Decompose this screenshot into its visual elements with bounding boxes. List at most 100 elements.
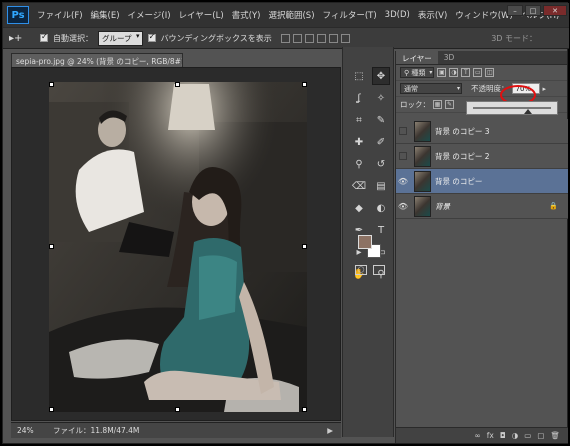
tab-3d[interactable]: 3D <box>438 51 461 64</box>
opacity-slider-track[interactable] <box>473 107 551 109</box>
layer-row[interactable]: 👁 背景 のコピー <box>396 169 568 194</box>
blend-opacity-row: 通常 不透明度： 70% ▸ <box>396 81 567 97</box>
visibility-toggle[interactable] <box>399 127 407 135</box>
new-layer-icon[interactable]: ▢ <box>537 431 544 440</box>
transform-handle[interactable] <box>302 407 307 412</box>
adjustment-icon[interactable]: ◑ <box>512 431 519 440</box>
crop-icon[interactable]: ⌗ <box>350 111 368 129</box>
type-icon[interactable]: T <box>372 221 390 239</box>
file-size-info: ファイル：11.8M/47.4M <box>53 426 140 435</box>
eye-icon[interactable]: 👁 <box>396 202 410 211</box>
transform-handle[interactable] <box>302 244 307 249</box>
eye-icon[interactable]: 👁 <box>396 177 410 186</box>
minimize-button[interactable]: – <box>507 5 523 16</box>
brush-icon[interactable]: ✐ <box>372 133 390 151</box>
status-menu-arrow-icon[interactable]: ▶ <box>327 426 333 435</box>
blend-mode-dropdown[interactable]: 通常 <box>400 83 462 94</box>
3d-mode-label: 3D モード： <box>491 33 537 43</box>
dodge-icon[interactable]: ◐ <box>372 199 390 217</box>
transform-handle[interactable] <box>49 244 54 249</box>
menu-type[interactable]: 書式(Y) <box>228 9 265 21</box>
align-left-icon[interactable] <box>316 33 326 43</box>
layer-row[interactable]: 👁 背景 🔒 <box>396 194 568 219</box>
clone-stamp-icon[interactable]: ⚲ <box>350 155 368 173</box>
filter-adjustment-icon[interactable]: ◑ <box>449 68 459 77</box>
zoom-level-field[interactable]: 24% <box>17 426 43 435</box>
opacity-slider-thumb[interactable] <box>523 109 532 114</box>
layer-thumbnail <box>414 120 431 142</box>
menu-file[interactable]: ファイル(F) <box>33 9 87 21</box>
align-top-icon[interactable] <box>280 33 290 43</box>
magic-wand-icon[interactable]: ✧ <box>372 89 390 107</box>
layer-thumbnail <box>414 145 431 167</box>
menu-bar: Ps ファイル(F) 編集(E) イメージ(I) レイヤー(L) 書式(Y) 選… <box>3 3 569 27</box>
transform-handle[interactable] <box>49 407 54 412</box>
layer-name[interactable]: 背景 のコピー 3 <box>435 126 490 137</box>
layer-name[interactable]: 背景 <box>435 201 450 212</box>
align-right-icon[interactable] <box>340 33 350 43</box>
align-buttons <box>280 33 350 43</box>
layer-row[interactable]: 背景 のコピー 3 <box>396 119 568 144</box>
history-brush-icon[interactable]: ↺ <box>372 155 390 173</box>
layer-row[interactable]: 背景 のコピー 2 <box>396 144 568 169</box>
visibility-toggle[interactable] <box>399 152 407 160</box>
filter-kind-dropdown[interactable]: ⚲ 種類 <box>400 67 435 78</box>
layer-thumbnail <box>414 195 431 217</box>
layer-name[interactable]: 背景 のコピー <box>435 176 482 187</box>
blur-icon[interactable]: ◆ <box>350 199 368 217</box>
close-button[interactable]: ✕ <box>543 5 567 16</box>
filter-shape-icon[interactable]: ▭ <box>473 68 483 77</box>
transform-handle[interactable] <box>175 407 180 412</box>
panel-tabs: レイヤー 3D <box>396 51 567 65</box>
layer-name[interactable]: 背景 のコピー 2 <box>435 151 490 162</box>
menu-image[interactable]: イメージ(I) <box>124 9 175 21</box>
canvas-area[interactable] <box>11 67 341 421</box>
align-center-icon[interactable] <box>328 33 338 43</box>
menu-view[interactable]: 表示(V) <box>414 9 451 21</box>
eyedropper-icon[interactable]: ✎ <box>372 111 390 129</box>
filter-pixel-icon[interactable]: ▣ <box>437 68 447 77</box>
lock-image-icon[interactable]: ✎ <box>445 100 454 109</box>
move-tool-preset-icon[interactable]: ▸+ <box>9 33 35 44</box>
lock-transparent-icon[interactable]: ▦ <box>433 100 442 109</box>
opacity-slider-popup[interactable] <box>466 101 558 115</box>
marquee-icon[interactable]: ⬚ <box>350 67 368 85</box>
transform-handle[interactable] <box>175 82 180 87</box>
transform-handle[interactable] <box>49 82 54 87</box>
align-bottom-icon[interactable] <box>304 33 314 43</box>
gradient-icon[interactable]: ▤ <box>372 177 390 195</box>
transform-handle[interactable] <box>302 82 307 87</box>
menu-layer[interactable]: レイヤー(L) <box>175 9 228 21</box>
quick-mask-icon[interactable]: ◯ <box>355 265 367 275</box>
auto-select-dropdown[interactable]: グループ <box>98 30 143 46</box>
menu-select[interactable]: 選択範囲(S) <box>264 9 318 21</box>
link-icon[interactable]: ∞ <box>474 431 480 440</box>
bounding-box-checkbox[interactable] <box>147 32 156 42</box>
foreground-color-swatch[interactable] <box>358 235 372 249</box>
move-icon[interactable]: ✥ <box>372 67 390 85</box>
layer-thumbnail <box>414 170 431 192</box>
fx-icon[interactable]: fx <box>487 431 494 440</box>
menu-3d[interactable]: 3D(D) <box>381 10 414 20</box>
trash-icon[interactable]: 🗑 <box>550 431 560 440</box>
align-middle-icon[interactable] <box>292 33 302 43</box>
screen-mode-icon[interactable] <box>373 265 385 275</box>
maximize-button[interactable]: □ <box>525 5 541 16</box>
tab-layers[interactable]: レイヤー <box>396 51 438 64</box>
status-bar: 24% ファイル：11.8M/47.4M ▶ <box>11 422 341 438</box>
group-icon[interactable]: ▭ <box>524 431 531 440</box>
opacity-dropdown-arrow-icon[interactable]: ▸ <box>543 85 547 93</box>
filter-smart-object-icon[interactable]: ◫ <box>485 68 495 77</box>
lasso-icon[interactable]: ʆ <box>350 89 368 107</box>
menu-filter[interactable]: フィルター(T) <box>319 9 381 21</box>
auto-select-checkbox[interactable] <box>40 32 48 42</box>
spot-heal-icon[interactable]: ✚ <box>350 133 368 151</box>
menu-edit[interactable]: 編集(E) <box>87 9 124 21</box>
document-image[interactable] <box>49 82 307 412</box>
filter-type-icon[interactable]: T <box>461 68 471 77</box>
layers-panel: レイヤー 3D ⚲ 種類 ▣ ◑ T ▭ ◫ 通常 不透明度： 70% ▸ ロッ… <box>395 51 568 443</box>
eraser-icon[interactable]: ⌫ <box>350 177 368 195</box>
document-tab[interactable]: sepia-pro.jpg @ 24% (背景 のコピー, RGB/8#) * … <box>11 53 183 67</box>
document-tab-title: sepia-pro.jpg @ 24% (背景 のコピー, RGB/8#) * <box>16 57 183 66</box>
mask-icon[interactable]: ◘ <box>500 431 506 440</box>
